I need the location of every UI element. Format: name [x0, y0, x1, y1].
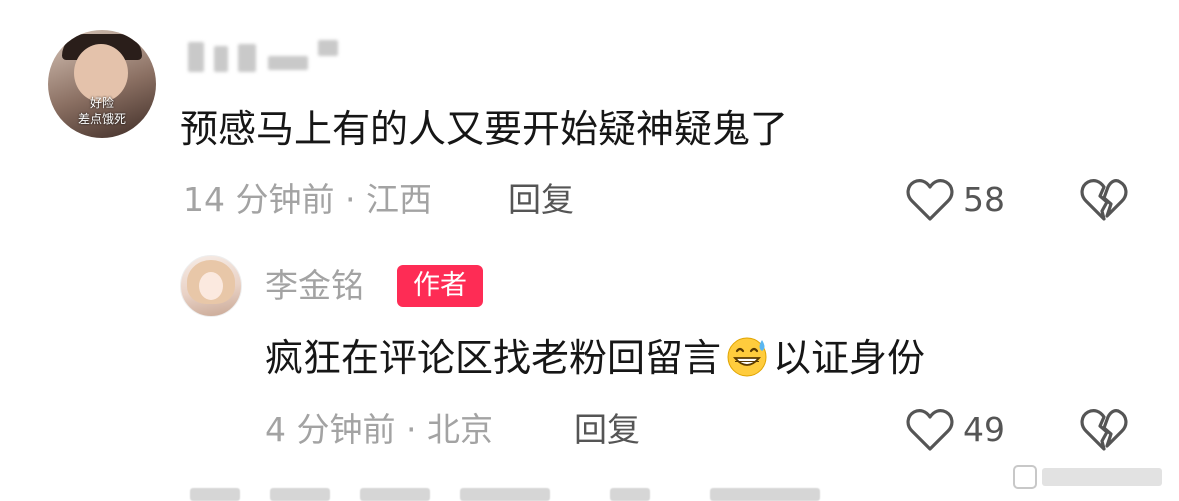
avatar-caption: 好险 [89, 96, 114, 110]
reply-button[interactable]: 回复 [508, 180, 574, 220]
avatar[interactable]: 好险 差点饿死 [48, 30, 156, 138]
author-avatar[interactable] [180, 255, 242, 317]
avatar-face [199, 272, 223, 300]
author-badge: 作者 [397, 265, 483, 307]
heart-outline-icon[interactable] [906, 178, 954, 222]
broken-heart-icon[interactable] [1080, 178, 1128, 222]
watermark-logo [1012, 462, 1168, 492]
comment-text: 预感马上有的人又要开始疑神疑鬼了 [180, 107, 789, 151]
reply-text-part: 疯狂在评论区找老粉回留言 [265, 336, 722, 380]
avatar-face [74, 44, 128, 102]
reply-button[interactable]: 回复 [574, 410, 640, 450]
reply-meta: 4 分钟前 · 北京 [265, 410, 493, 449]
avatar-caption: 差点饿死 [77, 112, 126, 126]
like-count: 49 [963, 410, 1005, 449]
blurred-username[interactable] [188, 38, 348, 78]
reply-text-part: 以证身份 [773, 336, 926, 380]
reply-comment-text: 疯狂在评论区找老粉回留言 以证身份 [265, 334, 925, 381]
comment-meta: 14 分钟前 · 江西 [183, 180, 432, 219]
broken-heart-icon[interactable] [1080, 408, 1128, 452]
heart-outline-icon[interactable] [906, 408, 954, 452]
grinning-sweat-emoji-icon [725, 334, 769, 378]
like-count: 58 [963, 180, 1005, 219]
reply-username[interactable]: 李金铭 [265, 266, 364, 306]
cropped-next-comment [190, 488, 850, 501]
